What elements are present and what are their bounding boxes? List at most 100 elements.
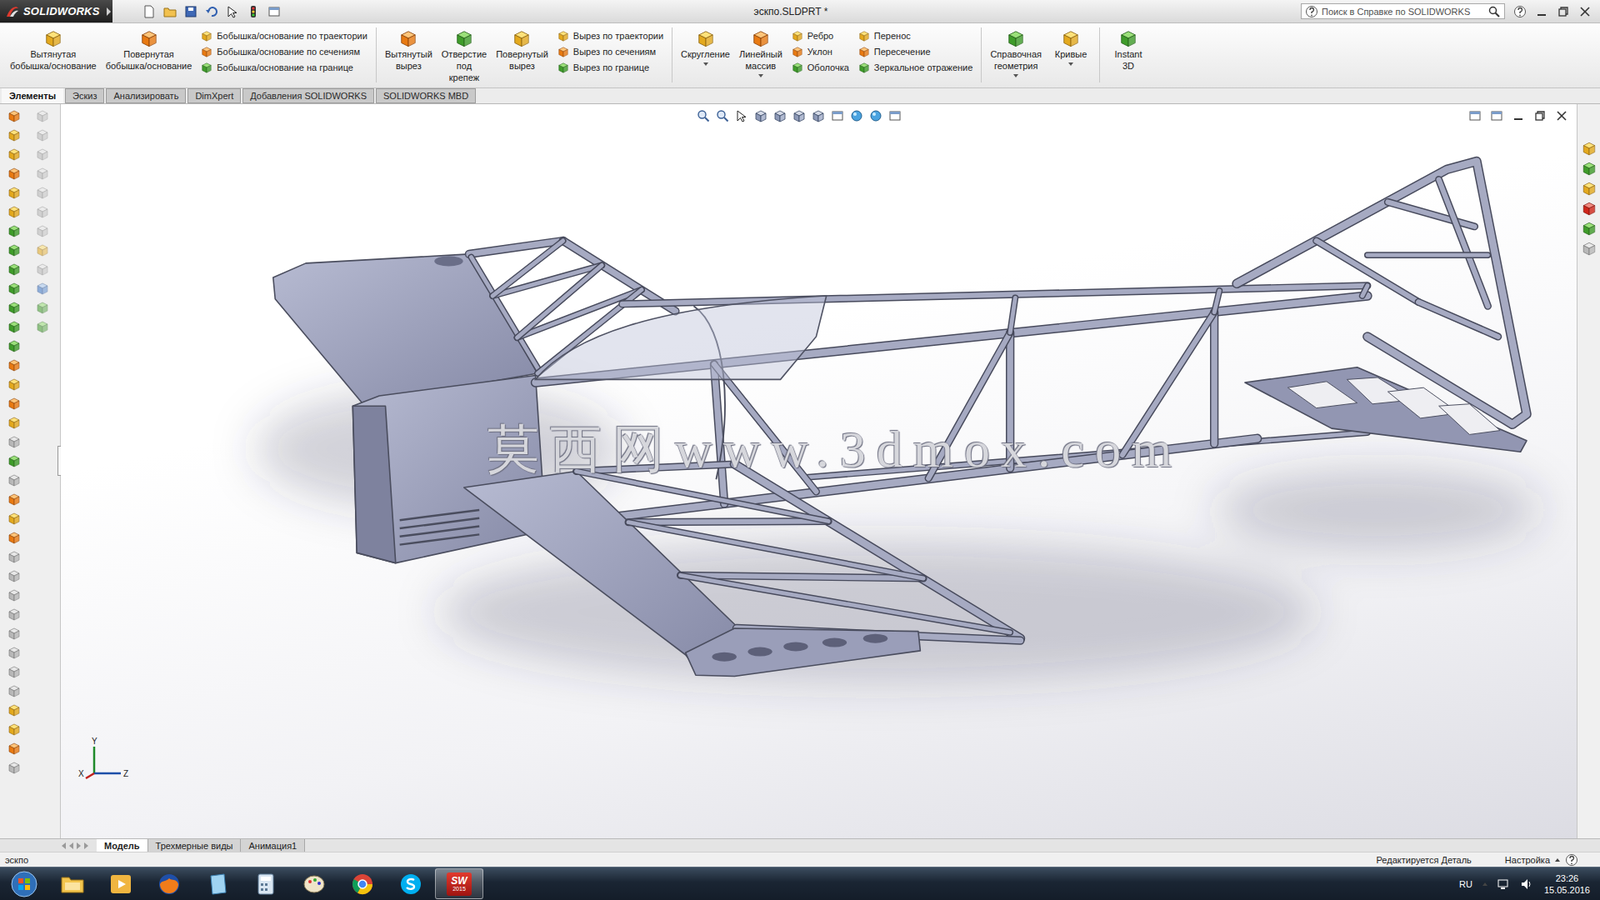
last-tab-icon[interactable] bbox=[84, 842, 89, 850]
command-tab[interactable]: Элементы bbox=[1, 88, 64, 104]
taskbar-app[interactable] bbox=[96, 868, 145, 900]
view-cube-icon[interactable] bbox=[792, 109, 806, 123]
view-sphere-icon[interactable] bbox=[869, 109, 883, 123]
taskbar-app[interactable] bbox=[145, 868, 194, 900]
taskbar-app[interactable]: SW2015 bbox=[435, 868, 484, 900]
status-settings[interactable]: Настройка bbox=[1488, 853, 1595, 867]
viewport-minimize-icon[interactable] bbox=[1511, 109, 1525, 123]
quick-doc-icon[interactable] bbox=[142, 5, 156, 19]
ribbon-button[interactable]: Повернутаябобышка/основание bbox=[102, 27, 196, 73]
quick-arrow-icon[interactable] bbox=[225, 5, 240, 19]
ribbon-button[interactable]: Повернутыйвырез bbox=[492, 27, 552, 73]
firefox-app-browser-icon[interactable] bbox=[156, 871, 182, 897]
skype-app-skype-icon[interactable] bbox=[398, 871, 424, 897]
dropdown-arrow-icon[interactable] bbox=[703, 62, 709, 66]
media-app-player-icon[interactable] bbox=[109, 872, 133, 896]
ribbon-button[interactable]: Кривые bbox=[1047, 27, 1095, 68]
calc-app-calculator-icon[interactable] bbox=[255, 872, 277, 896]
restore-icon[interactable] bbox=[1556, 5, 1570, 19]
ribbon-button[interactable]: Справочнаягеометрия bbox=[986, 27, 1045, 80]
windows-start-icon[interactable] bbox=[10, 870, 38, 898]
ribbon-button[interactable]: Вытянутаябобышка/основание bbox=[6, 27, 100, 73]
quick-folder-icon[interactable] bbox=[163, 5, 177, 19]
quick-light-icon[interactable] bbox=[246, 5, 260, 19]
taskbar-app[interactable] bbox=[193, 868, 242, 900]
input-language[interactable]: RU bbox=[1459, 879, 1473, 890]
minimize-icon[interactable] bbox=[1535, 5, 1549, 19]
viewport-layout-icon[interactable] bbox=[1490, 109, 1504, 123]
status-help-icon[interactable] bbox=[1565, 853, 1579, 867]
tray-expand-icon[interactable] bbox=[1482, 882, 1488, 886]
volume-icon[interactable] bbox=[1520, 878, 1535, 890]
solidworks-app-icon[interactable]: SW2015 bbox=[446, 872, 472, 896]
notepad-app-notepad-icon[interactable] bbox=[205, 872, 230, 896]
ribbon-button[interactable]: Вытянутыйвырез bbox=[381, 27, 436, 73]
command-tab[interactable]: Эскиз bbox=[65, 88, 105, 104]
app-logo[interactable]: SOLIDWORKS bbox=[0, 0, 113, 23]
viewport-split-icon[interactable] bbox=[1468, 109, 1482, 123]
ribbon-small-button[interactable]: Бобышка/основание по сечениям bbox=[200, 43, 368, 60]
view-zoom-icon[interactable] bbox=[696, 109, 710, 123]
help-icon[interactable] bbox=[1513, 5, 1527, 19]
view-cube-icon[interactable] bbox=[773, 109, 787, 123]
ribbon-button[interactable]: Линейныймассив bbox=[735, 27, 786, 80]
taskbar-app[interactable] bbox=[290, 868, 339, 900]
view-pane-icon[interactable] bbox=[830, 109, 845, 123]
ribbon-small-button[interactable]: Бобышка/основание по траектории bbox=[200, 27, 368, 44]
taskbar-app[interactable] bbox=[241, 868, 290, 900]
ribbon-small-button[interactable]: Вырез по траектории bbox=[557, 27, 664, 44]
paint-app-palette-icon[interactable] bbox=[301, 872, 327, 896]
help-search[interactable]: Поиск в Справке по SOLIDWORKS bbox=[1300, 3, 1505, 20]
ribbon-small-button[interactable]: Зеркальное отражение bbox=[858, 59, 974, 75]
taskbar-app[interactable] bbox=[338, 868, 387, 900]
close-icon[interactable] bbox=[1578, 5, 1592, 19]
menu-arrow-icon[interactable] bbox=[106, 7, 111, 16]
view-cube-icon[interactable] bbox=[811, 109, 825, 123]
taskbar-app[interactable] bbox=[386, 868, 435, 900]
ribbon-button[interactable]: Отверстиеподкрепеж bbox=[438, 27, 490, 85]
command-tab[interactable]: SOLIDWORKS MBD bbox=[375, 88, 476, 104]
ribbon-small-button[interactable]: Пересечение bbox=[858, 43, 974, 60]
viewport-close-icon[interactable] bbox=[1555, 109, 1569, 123]
quick-undo-icon[interactable] bbox=[205, 5, 219, 19]
settings-arrow-icon[interactable] bbox=[1555, 858, 1560, 862]
dropdown-arrow-icon[interactable] bbox=[1068, 62, 1074, 66]
dropdown-arrow-icon[interactable] bbox=[758, 74, 764, 78]
ribbon-button[interactable]: Скругление bbox=[677, 27, 734, 68]
ribbon-button[interactable]: Instant3D bbox=[1105, 27, 1152, 73]
view-arrow-icon[interactable] bbox=[735, 109, 749, 123]
taskbar-app[interactable] bbox=[0, 868, 49, 900]
prev-tab-icon[interactable] bbox=[69, 842, 74, 850]
ribbon-small-button[interactable]: Оболочка bbox=[791, 59, 850, 75]
model-tab[interactable]: Трехмерные виды bbox=[148, 839, 242, 852]
ribbon-small-button[interactable]: Бобышка/основание на границе bbox=[200, 59, 368, 75]
ribbon-small-button[interactable]: Ребро bbox=[791, 27, 850, 44]
ribbon-small-button[interactable]: Перенос bbox=[858, 27, 974, 44]
search-help-icon[interactable] bbox=[1305, 5, 1319, 19]
view-cube-icon[interactable] bbox=[754, 109, 768, 123]
network-icon[interactable] bbox=[1497, 878, 1511, 890]
clock[interactable]: 23:2615.05.2016 bbox=[1544, 872, 1590, 896]
model-tab[interactable]: Модель bbox=[96, 839, 149, 852]
ribbon-small-button[interactable]: Уклон bbox=[791, 43, 850, 60]
view-sphere-icon[interactable] bbox=[850, 109, 864, 123]
ribbon-small-button[interactable]: Вырез по границе bbox=[557, 59, 664, 75]
quick-pane-icon[interactable] bbox=[267, 5, 281, 19]
view-zoom-icon[interactable] bbox=[715, 109, 730, 123]
viewport-restore-icon[interactable] bbox=[1533, 109, 1547, 123]
graphics-area[interactable]: 莫西网www.3dmox.comYZX bbox=[60, 104, 1577, 839]
model-tab[interactable]: Анимация1 bbox=[240, 839, 305, 852]
first-tab-icon[interactable] bbox=[61, 842, 66, 850]
dropdown-arrow-icon[interactable] bbox=[1013, 74, 1019, 78]
command-tab[interactable]: DimXpert bbox=[187, 88, 241, 104]
next-tab-icon[interactable] bbox=[76, 842, 81, 850]
search-icon[interactable] bbox=[1487, 5, 1501, 19]
explorer-app-folder-icon[interactable] bbox=[60, 873, 85, 895]
command-tab[interactable]: Анализировать bbox=[105, 88, 186, 104]
view-pane-icon[interactable] bbox=[888, 109, 902, 123]
chrome-app-browser-icon[interactable] bbox=[350, 871, 375, 897]
taskbar-app[interactable] bbox=[48, 868, 97, 900]
ribbon-small-button[interactable]: Вырез по сечениям bbox=[557, 43, 664, 60]
command-tab[interactable]: Добавления SOLIDWORKS bbox=[242, 88, 375, 104]
quick-disk-icon[interactable] bbox=[184, 5, 198, 19]
